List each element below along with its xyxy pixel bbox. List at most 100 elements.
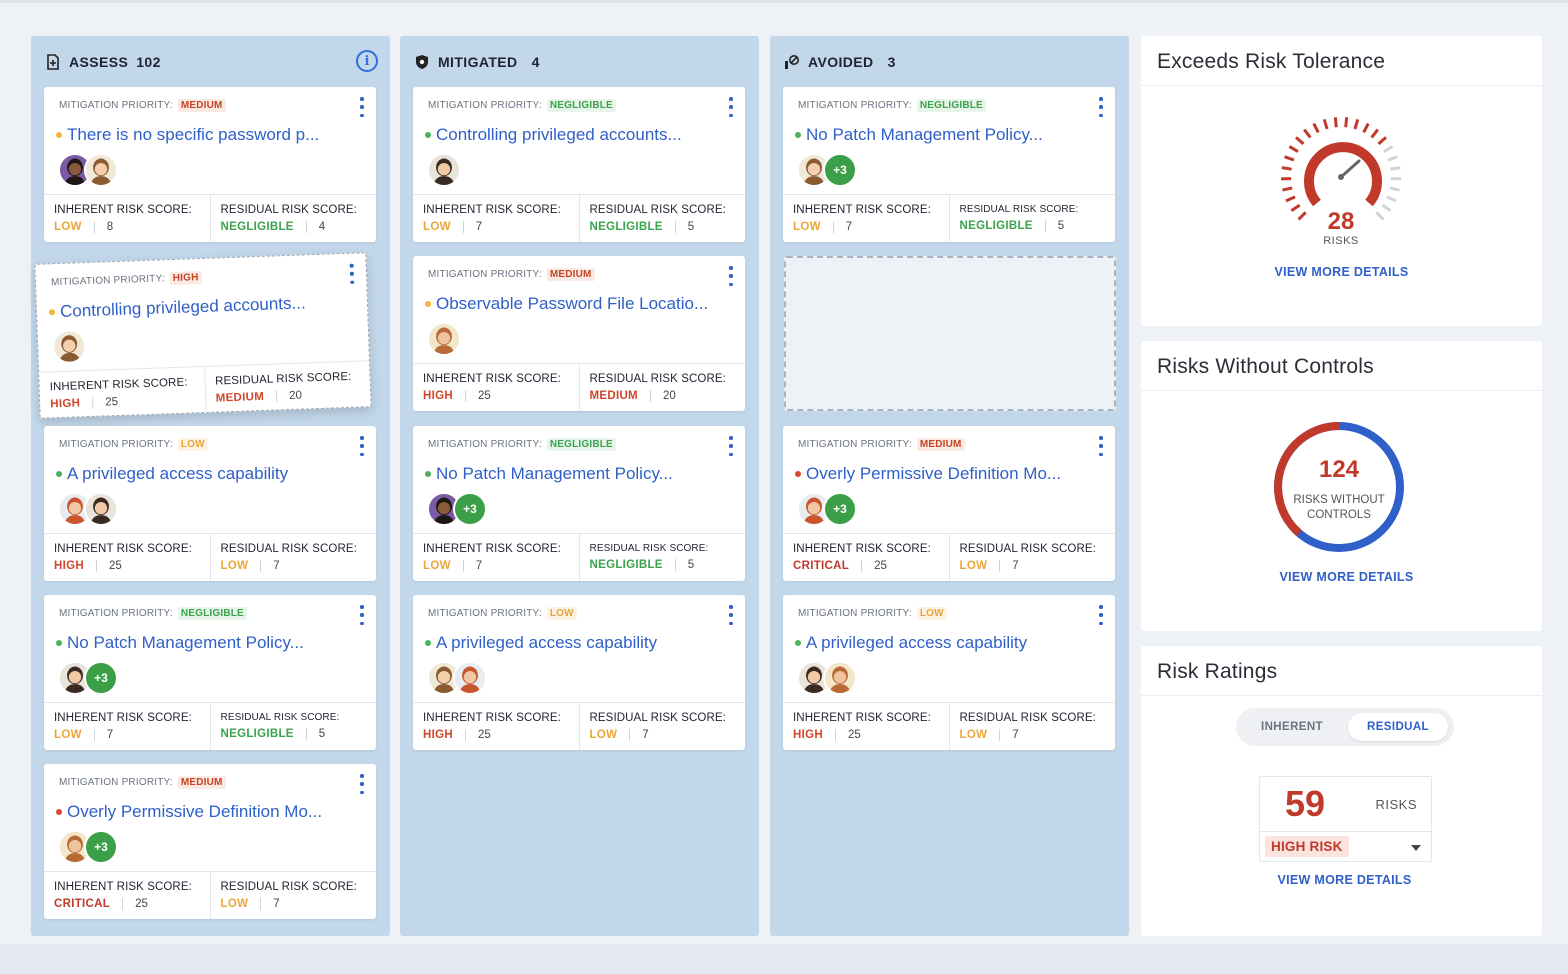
tab-inherent[interactable]: INHERENT xyxy=(1242,713,1342,741)
residual-score: RESIDUAL RISK SCORE: NEGLIGIBLE 5 xyxy=(948,195,1116,242)
view-more-details-link[interactable]: VIEW MORE DETAILS xyxy=(1141,265,1542,279)
more-options-icon[interactable] xyxy=(348,263,357,284)
more-options-icon[interactable] xyxy=(358,436,366,456)
more-assignees-badge[interactable]: +3 xyxy=(453,492,487,526)
inherent-score: INHERENT RISK SCORE: HIGH 25 xyxy=(413,703,579,750)
priority-value: MEDIUM xyxy=(916,438,965,451)
more-options-icon[interactable] xyxy=(1097,97,1105,117)
more-options-icon[interactable] xyxy=(1097,436,1105,456)
more-assignees-badge[interactable]: +3 xyxy=(823,153,857,187)
risk-title-link[interactable]: No Patch Management Policy... xyxy=(425,464,673,484)
risk-title-link[interactable]: Observable Password File Locatio... xyxy=(425,294,708,314)
avatar[interactable] xyxy=(84,153,118,187)
priority-label: MITIGATION PRIORITY: xyxy=(59,608,173,619)
priority-value: MEDIUM xyxy=(546,268,595,281)
risk-card[interactable]: MITIGATION PRIORITY: MEDIUM Overly Permis… xyxy=(44,764,376,919)
inherent-level: HIGH xyxy=(54,560,84,572)
inherent-level: LOW xyxy=(793,221,821,233)
status-dot xyxy=(795,471,801,477)
risk-title-link[interactable]: Controlling privileged accounts... xyxy=(48,293,306,322)
avatar[interactable] xyxy=(427,153,461,187)
risk-title-link[interactable]: No Patch Management Policy... xyxy=(56,633,304,653)
risk-card[interactable]: MITIGATION PRIORITY: NEGLIGIBLE No Patch … xyxy=(413,426,745,581)
inherent-label: INHERENT RISK SCORE: xyxy=(793,543,931,555)
tab-residual[interactable]: RESIDUAL xyxy=(1348,713,1448,741)
residual-number: 5 xyxy=(687,221,695,233)
inherent-label: INHERENT RISK SCORE: xyxy=(793,204,931,216)
inherent-level: CRITICAL xyxy=(54,898,111,910)
tolerance-unit: RISKS xyxy=(1323,235,1359,247)
risk-title-link[interactable]: Overly Permissive Definition Mo... xyxy=(56,802,322,822)
bottom-bar xyxy=(0,944,1568,974)
view-more-details-link[interactable]: VIEW MORE DETAILS xyxy=(1146,570,1547,584)
risk-card[interactable]: MITIGATION PRIORITY: NEGLIGIBLE Controlli… xyxy=(413,87,745,242)
rating-toggle: INHERENT RESIDUAL xyxy=(1236,708,1454,746)
priority-value: NEGLIGIBLE xyxy=(546,99,616,112)
status-dot xyxy=(795,132,801,138)
avatar[interactable] xyxy=(823,661,857,695)
risk-scores: INHERENT RISK SCORE: CRITICAL 25 RESIDUAL R… xyxy=(783,533,1115,581)
risk-card[interactable]: MITIGATION PRIORITY: MEDIUM Observable Pa… xyxy=(413,256,745,411)
inherent-number: 25 xyxy=(135,898,148,910)
assignee-avatars xyxy=(58,492,118,526)
priority-label: MITIGATION PRIORITY: xyxy=(428,100,542,111)
status-dot xyxy=(56,640,62,646)
drop-zone[interactable] xyxy=(784,256,1116,411)
residual-score: RESIDUAL RISK SCORE: MEDIUM 20 xyxy=(203,361,371,414)
priority-value: NEGLIGIBLE xyxy=(916,99,986,112)
priority-value: LOW xyxy=(177,438,208,451)
more-options-icon[interactable] xyxy=(358,774,366,794)
divider xyxy=(1141,695,1542,696)
inherent-score: INHERENT RISK SCORE: HIGH 25 xyxy=(39,367,205,420)
rating-select[interactable]: HIGH RISK xyxy=(1260,831,1431,862)
more-options-icon[interactable] xyxy=(1097,605,1105,625)
residual-level: NEGLIGIBLE xyxy=(220,221,294,233)
risk-title-link[interactable]: No Patch Management Policy... xyxy=(795,125,1043,145)
view-more-details-link[interactable]: VIEW MORE DETAILS xyxy=(1144,873,1545,887)
avatar[interactable] xyxy=(427,322,461,356)
risk-card[interactable]: MITIGATION PRIORITY: MEDIUM Overly Permis… xyxy=(783,426,1115,581)
column-count: 102 xyxy=(136,54,161,70)
more-options-icon[interactable] xyxy=(727,605,735,625)
gauge-tick xyxy=(1377,136,1387,146)
status-dot xyxy=(56,471,62,477)
more-assignees-badge[interactable]: +3 xyxy=(84,830,118,864)
inherent-label: INHERENT RISK SCORE: xyxy=(423,712,561,724)
risk-card[interactable]: MITIGATION PRIORITY: NEGLIGIBLE No Patch … xyxy=(44,595,376,750)
risk-card[interactable]: MITIGATION PRIORITY: NEGLIGIBLE No Patch … xyxy=(783,87,1115,242)
chevron-down-icon[interactable] xyxy=(1411,845,1421,851)
inherent-number: 25 xyxy=(874,560,887,572)
info-icon[interactable]: i xyxy=(356,50,378,72)
priority-label: MITIGATION PRIORITY: xyxy=(428,269,542,280)
more-options-icon[interactable] xyxy=(727,97,735,117)
avatar[interactable] xyxy=(453,661,487,695)
column-mitigated: MITIGATED 4 MITIGATION PRIORITY: NEGLIGI… xyxy=(400,36,759,936)
more-options-icon[interactable] xyxy=(358,97,366,117)
risk-card[interactable]: MITIGATION PRIORITY: LOW A privileged acc… xyxy=(783,595,1115,750)
avatar[interactable] xyxy=(51,329,87,365)
more-options-icon[interactable] xyxy=(727,266,735,286)
risk-title-link[interactable]: A privileged access capability xyxy=(56,464,288,484)
risk-title-link[interactable]: A privileged access capability xyxy=(425,633,657,653)
risk-title: No Patch Management Policy... xyxy=(67,633,304,652)
more-options-icon[interactable] xyxy=(727,436,735,456)
residual-label: RESIDUAL RISK SCORE: xyxy=(589,543,709,554)
mitigation-priority: MITIGATION PRIORITY: LOW xyxy=(798,607,947,620)
risk-title-link[interactable]: Controlling privileged accounts... xyxy=(425,125,682,145)
more-options-icon[interactable] xyxy=(358,605,366,625)
risk-card[interactable]: MITIGATION PRIORITY: MEDIUM There is no s… xyxy=(44,87,376,242)
more-assignees-badge[interactable]: +3 xyxy=(84,661,118,695)
risk-title-link[interactable]: A privileged access capability xyxy=(795,633,1027,653)
avatar[interactable] xyxy=(84,492,118,526)
inherent-score: INHERENT RISK SCORE: LOW 7 xyxy=(783,195,949,242)
risk-card[interactable]: MITIGATION PRIORITY: HIGH Controlling pri… xyxy=(34,252,372,420)
risk-title: Overly Permissive Definition Mo... xyxy=(806,464,1062,483)
risk-title-link[interactable]: Overly Permissive Definition Mo... xyxy=(795,464,1061,484)
risk-card[interactable]: MITIGATION PRIORITY: LOW A privileged acc… xyxy=(44,426,376,581)
more-assignees-badge[interactable]: +3 xyxy=(823,492,857,526)
risk-title-link[interactable]: There is no specific password p... xyxy=(56,125,319,145)
inherent-level: LOW xyxy=(423,560,451,572)
risk-card[interactable]: MITIGATION PRIORITY: LOW A privileged acc… xyxy=(413,595,745,750)
residual-level: NEGLIGIBLE xyxy=(589,221,663,233)
assignee-avatars xyxy=(427,322,461,356)
